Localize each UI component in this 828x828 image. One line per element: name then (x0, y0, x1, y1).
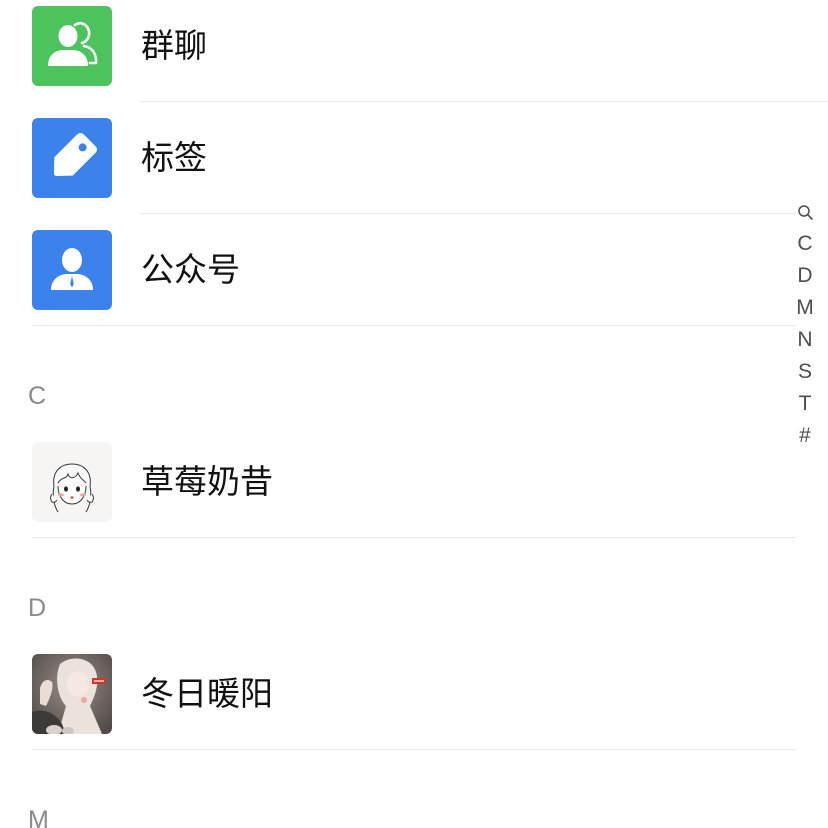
section-letter: C (28, 383, 47, 409)
index-letter-m[interactable]: M (790, 292, 820, 324)
section-letter: M (28, 807, 49, 828)
alphabet-index-bar[interactable]: C D M N S T # (790, 196, 820, 452)
contact-row[interactable]: 草莓奶昔 (0, 426, 828, 538)
feature-row-tags[interactable]: 标签 (0, 102, 828, 214)
section-letter: D (28, 595, 47, 621)
section-header-c: C (0, 326, 796, 426)
feature-row-official-accounts[interactable]: 公众号 (0, 214, 828, 326)
contact-name: 草莓奶昔 (141, 463, 273, 500)
row-label: 标签 (141, 139, 207, 176)
index-letter-hash[interactable]: # (790, 420, 820, 452)
feature-row-group-chat[interactable]: 群聊 (0, 0, 828, 102)
group-chat-icon (32, 6, 112, 86)
official-account-icon (32, 230, 112, 310)
anime-girl-avatar (32, 654, 112, 734)
search-icon[interactable] (790, 196, 820, 228)
section-header-m: M (0, 750, 796, 828)
index-letter-c[interactable]: C (790, 228, 820, 260)
index-letter-n[interactable]: N (790, 324, 820, 356)
contact-row[interactable]: 冬日暖阳 (0, 638, 828, 750)
index-letter-t[interactable]: T (790, 388, 820, 420)
section-header-d: D (0, 538, 796, 638)
sketch-girl-avatar (32, 442, 112, 522)
tag-icon (32, 118, 112, 198)
index-letter-d[interactable]: D (790, 260, 820, 292)
row-label: 群聊 (141, 27, 207, 64)
contact-name: 冬日暖阳 (141, 675, 273, 712)
index-letter-s[interactable]: S (790, 356, 820, 388)
row-label: 公众号 (141, 251, 240, 288)
